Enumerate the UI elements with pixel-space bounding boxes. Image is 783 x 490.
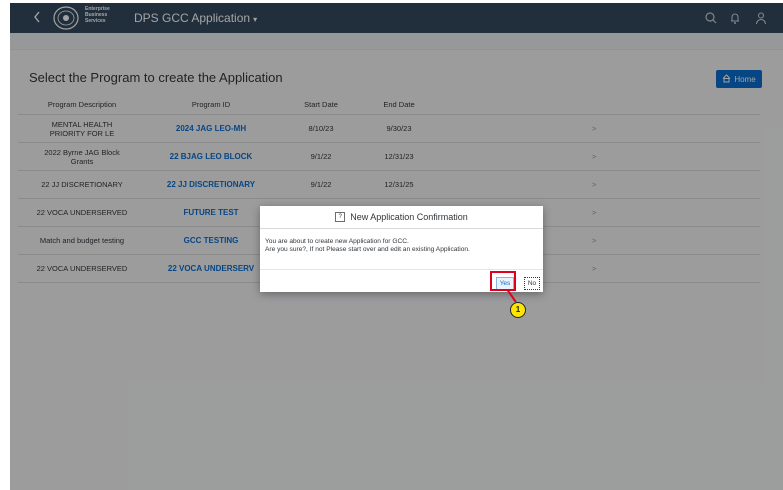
dialog-message-line: Are you sure?, If not Please start over …: [265, 246, 470, 253]
dialog-message-line: You are about to create new Application …: [265, 238, 409, 245]
question-icon: ?: [335, 212, 346, 222]
no-button[interactable]: No: [524, 277, 540, 290]
dialog-header: ? New Application Confirmation: [260, 206, 543, 229]
step-marker: 1: [510, 302, 526, 318]
dialog-title: New Application Confirmation: [350, 212, 468, 222]
dialog-message: You are about to create new Application …: [260, 229, 543, 266]
annotation-highlight-box: [490, 271, 516, 291]
